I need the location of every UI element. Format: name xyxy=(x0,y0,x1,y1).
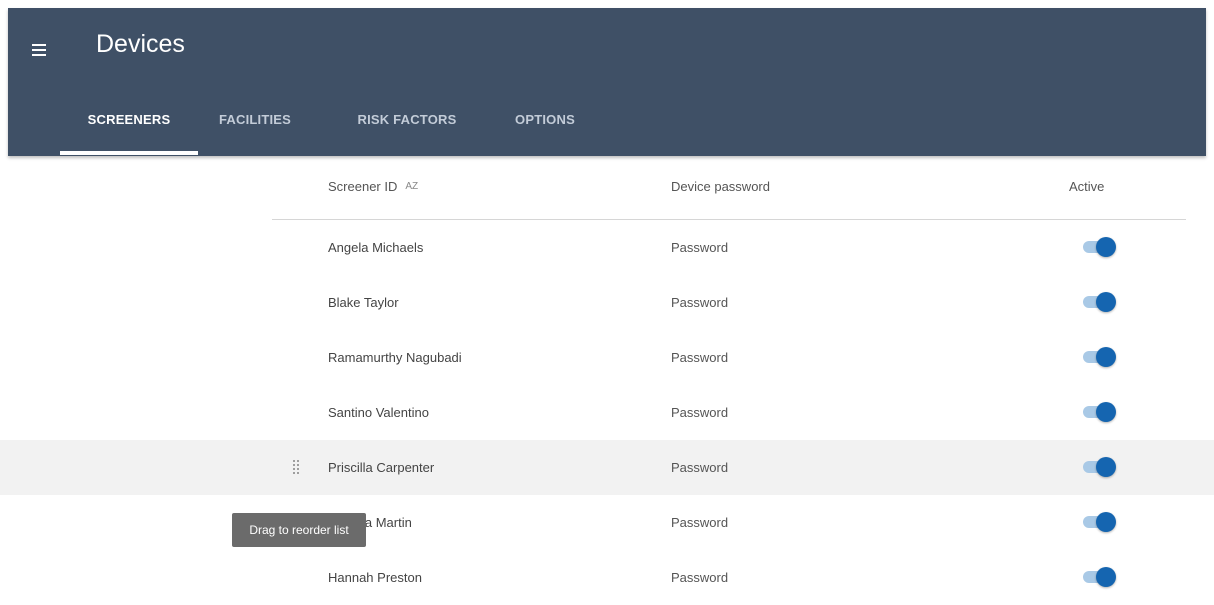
active-toggle[interactable] xyxy=(1080,290,1120,314)
active-toggle[interactable] xyxy=(1080,235,1120,259)
device-password: Password xyxy=(671,350,729,365)
table-row: Ramamurthy Nagubadi Password xyxy=(0,330,1214,385)
active-toggle[interactable] xyxy=(1080,565,1120,589)
table-row: Blake Taylor Password xyxy=(0,275,1214,330)
active-tab-indicator xyxy=(60,151,198,155)
active-toggle[interactable] xyxy=(1080,455,1120,479)
table-row: Pamela Martin Password xyxy=(0,495,1214,550)
device-password: Password xyxy=(671,460,729,475)
table-row: Angela Michaels Password xyxy=(0,220,1214,275)
device-password: Password xyxy=(671,295,729,310)
table-row: Santino Valentino Password xyxy=(0,385,1214,440)
device-password: Password xyxy=(671,570,729,585)
device-password: Password xyxy=(671,405,729,420)
screener-name: Priscilla Carpenter xyxy=(328,460,435,475)
hamburger-menu-icon[interactable] xyxy=(32,44,46,56)
screener-name: Blake Taylor xyxy=(328,295,399,310)
column-header-device-password: Device password xyxy=(671,179,770,194)
tab-screeners[interactable]: SCREENERS xyxy=(60,100,198,148)
screener-name: Hannah Preston xyxy=(328,570,422,585)
table-row: Hannah Preston Password xyxy=(0,550,1214,605)
table-row: Priscilla Carpenter Password xyxy=(0,440,1214,495)
active-toggle[interactable] xyxy=(1080,345,1120,369)
tab-options[interactable]: OPTIONS xyxy=(500,100,590,148)
active-toggle[interactable] xyxy=(1080,510,1120,534)
sort-az-icon[interactable]: AZ xyxy=(405,181,418,192)
tab-risk-factors[interactable]: RISK FACTORS xyxy=(342,100,472,148)
screeners-table: Screener ID AZ Device password Active Ang… xyxy=(0,156,1214,593)
active-toggle[interactable] xyxy=(1080,400,1120,424)
column-header-screener-id[interactable]: Screener ID AZ xyxy=(328,156,418,220)
device-password: Password xyxy=(671,240,729,255)
screener-name: Santino Valentino xyxy=(328,405,429,420)
screener-name: Ramamurthy Nagubadi xyxy=(328,350,462,365)
screener-name: Angela Michaels xyxy=(328,240,424,255)
drag-tooltip: Drag to reorder list xyxy=(232,513,366,547)
device-password: Password xyxy=(671,515,729,530)
tab-facilities[interactable]: FACILITIES xyxy=(210,100,300,148)
page-title: Devices xyxy=(96,30,185,58)
column-header-active: Active xyxy=(1069,179,1105,194)
column-header-screener-id-label: Screener ID xyxy=(328,179,398,194)
drag-handle-icon[interactable] xyxy=(292,459,300,475)
